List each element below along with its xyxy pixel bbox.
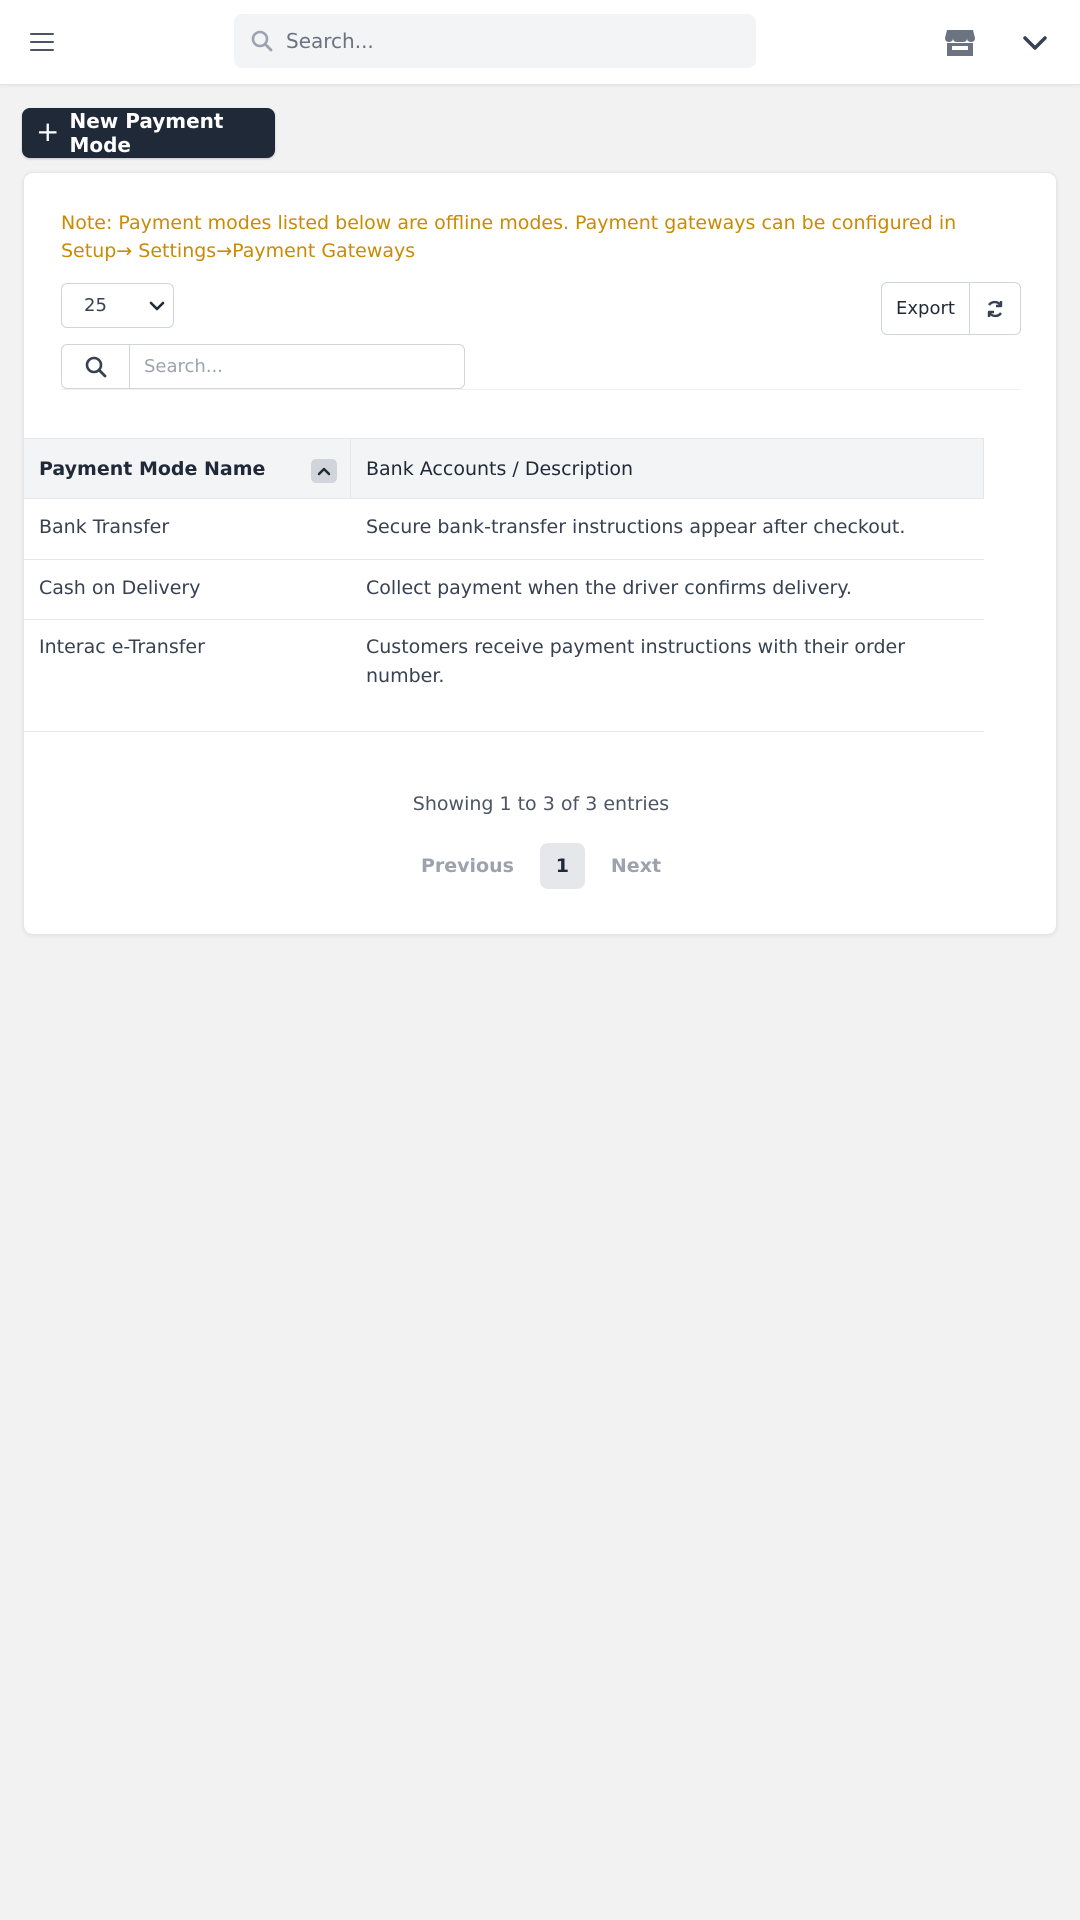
refresh-button[interactable] <box>970 283 1020 334</box>
search-icon <box>85 356 106 377</box>
column-header-description-label: Bank Accounts / Description <box>366 457 634 480</box>
previous-page-button[interactable]: Previous <box>421 855 514 877</box>
refresh-icon <box>987 300 1003 317</box>
page-size-value: 25 <box>84 295 107 316</box>
payment-mode-name: Cash on Delivery <box>39 577 201 599</box>
next-page-button[interactable]: Next <box>611 855 661 877</box>
payment-mode-description: Customers receive payment instructions w… <box>366 636 906 687</box>
page-size-select[interactable]: 25 <box>61 283 174 328</box>
menu-icon[interactable] <box>30 33 54 51</box>
top-navbar <box>0 0 1080 85</box>
column-header-description[interactable]: Bank Accounts / Description <box>351 439 983 498</box>
new-payment-mode-button[interactable]: + New Payment Mode <box>22 108 275 158</box>
payment-mode-description: Secure bank-transfer instructions appear… <box>366 516 906 538</box>
pagination: Previous 1 Next <box>24 843 1058 889</box>
plus-icon: + <box>36 114 60 148</box>
payment-mode-name: Interac e-Transfer <box>39 636 205 658</box>
offline-modes-note: Note: Payment modes listed below are off… <box>61 209 1021 265</box>
payment-modes-table: Payment Mode Name Bank Accounts / Descri… <box>24 438 984 732</box>
page-number: 1 <box>555 855 570 877</box>
new-payment-mode-label: New Payment Mode <box>69 109 224 157</box>
store-icon[interactable] <box>944 28 976 58</box>
table-search <box>61 344 1021 390</box>
payment-modes-card: Note: Payment modes listed below are off… <box>23 172 1057 935</box>
column-header-name-label: Payment Mode Name <box>39 457 266 480</box>
table-info: Showing 1 to 3 of 3 entries <box>412 793 670 815</box>
table-row[interactable]: Cash on Delivery Collect payment when th… <box>24 560 984 620</box>
column-header-name[interactable]: Payment Mode Name <box>24 439 351 498</box>
chevron-up-icon <box>317 467 331 476</box>
payment-mode-description: Collect payment when the driver confirms… <box>366 577 852 599</box>
page-button-1[interactable]: 1 <box>539 843 585 889</box>
table-search-button[interactable] <box>61 344 129 389</box>
note-line-1: Note: Payment modes listed below are off… <box>61 212 957 234</box>
chevron-down-icon[interactable] <box>1022 34 1048 52</box>
payment-mode-name: Bank Transfer <box>39 516 170 538</box>
table-row[interactable]: Interac e-Transfer Customers receive pay… <box>24 620 984 732</box>
export-button[interactable]: Export <box>882 283 970 334</box>
search-icon <box>251 30 273 52</box>
global-search <box>234 14 756 68</box>
note-line-2: Setup→ Settings→Payment Gateways <box>61 240 416 262</box>
table-search-input[interactable] <box>129 344 465 389</box>
export-button-group: Export <box>881 282 1021 335</box>
sort-ascending-button[interactable] <box>311 459 337 483</box>
table-row[interactable]: Bank Transfer Secure bank-transfer instr… <box>24 499 984 560</box>
global-search-input[interactable] <box>286 14 736 68</box>
chevron-down-icon <box>149 301 165 310</box>
export-label: Export <box>896 298 955 319</box>
table-header: Payment Mode Name Bank Accounts / Descri… <box>24 438 984 499</box>
